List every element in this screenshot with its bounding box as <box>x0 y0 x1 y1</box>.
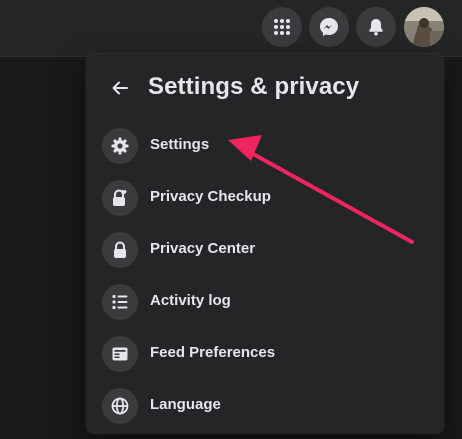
avatar-photo <box>404 7 444 47</box>
menu-item-feed-preferences[interactable]: Feed Preferences <box>86 330 444 382</box>
settings-menu-list: Settings Privacy Checkup Privacy Center <box>86 122 444 434</box>
menu-item-label: Feed Preferences <box>150 344 276 361</box>
menu-item-activity-log[interactable]: Activity log <box>86 278 444 330</box>
menu-item-privacy-center[interactable]: Privacy Center <box>86 226 444 278</box>
menu-item-settings[interactable]: Settings <box>86 122 444 174</box>
panel-title: Settings & privacy <box>148 73 360 100</box>
menu-item-label: Activity log <box>150 292 231 309</box>
menu-button[interactable] <box>262 7 302 47</box>
grid-menu-icon <box>274 19 290 35</box>
menu-item-label: Privacy Center <box>150 240 256 257</box>
notifications-button[interactable] <box>356 7 396 47</box>
panel-header: Settings & privacy <box>86 68 444 108</box>
back-button[interactable] <box>102 70 138 106</box>
menu-item-privacy-checkup[interactable]: Privacy Checkup <box>86 174 444 226</box>
settings-privacy-panel: Settings & privacy Settings Privacy Chec… <box>86 54 444 434</box>
messenger-icon <box>320 18 338 36</box>
menu-item-label: Settings <box>150 136 210 153</box>
profile-avatar[interactable] <box>404 7 444 47</box>
menu-item-language[interactable]: Language <box>86 382 444 434</box>
gear-icon <box>102 128 138 164</box>
menu-item-label: Privacy Checkup <box>150 188 271 205</box>
arrow-left-icon <box>112 81 128 95</box>
lock-icon <box>102 232 138 268</box>
list-icon <box>102 284 138 320</box>
bell-icon <box>369 19 383 36</box>
top-navigation-bar <box>0 0 462 57</box>
menu-item-label: Language <box>150 396 221 413</box>
lock-heart-icon <box>102 180 138 216</box>
messenger-button[interactable] <box>309 7 349 47</box>
feed-icon <box>102 336 138 372</box>
globe-icon <box>102 388 138 424</box>
